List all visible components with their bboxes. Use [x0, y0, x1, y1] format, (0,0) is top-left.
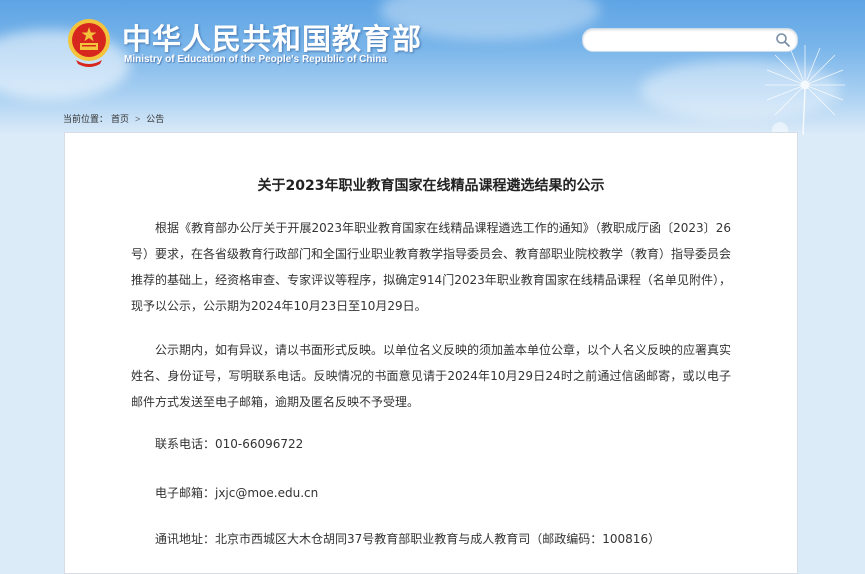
article-paragraph: 公示期内，如有异议，请以书面形式反映。以单位名义反映的须加盖本单位公章，以个人名…	[131, 343, 732, 409]
contact-phone: 联系电话：010-66096722	[155, 437, 304, 451]
search-input[interactable]	[593, 32, 763, 48]
breadcrumb-prefix: 当前位置：	[63, 114, 109, 124]
contact-email: 电子邮箱：jxjc@moe.edu.cn	[155, 486, 319, 500]
breadcrumb-notice-link[interactable]: 公告	[146, 114, 164, 124]
article-title: 关于2023年职业教育国家在线精品课程遴选结果的公示	[257, 178, 605, 194]
dandelion-decoration	[765, 45, 845, 135]
article-container: 关于2023年职业教育国家在线精品课程遴选结果的公示 根据《教育部办公厅关于开展…	[64, 132, 798, 574]
search-box	[582, 28, 798, 52]
site-subtitle: Ministry of Education of the People's Re…	[124, 54, 387, 65]
site-title: 中华人民共和国教育部	[122, 22, 423, 56]
breadcrumb-separator: >	[135, 114, 141, 124]
national-emblem-icon	[68, 19, 110, 67]
header-banner: 中华人民共和国教育部 Ministry of Education of the …	[0, 0, 865, 135]
breadcrumb-home-link[interactable]: 首页	[111, 114, 129, 124]
breadcrumb: 当前位置： 首页 > 公告	[63, 112, 164, 125]
search-icon[interactable]	[775, 32, 791, 48]
article-paragraph: 根据《教育部办公厅关于开展2023年职业教育国家在线精品课程遴选工作的通知》（教…	[131, 221, 732, 313]
contact-address: 通讯地址：北京市西城区大木仓胡同37号教育部职业教育与成人教育司（邮政编码：10…	[155, 532, 661, 546]
